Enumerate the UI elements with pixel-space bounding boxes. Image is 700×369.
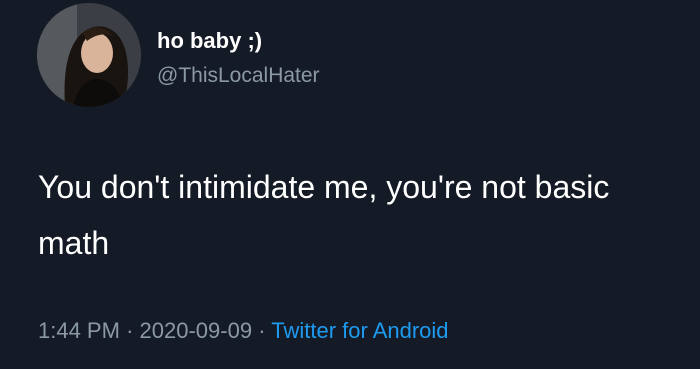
tweet-card: ho baby ;) @ThisLocalHater You don't int… [0, 0, 700, 369]
meta-separator: · [258, 318, 266, 343]
tweet-date[interactable]: 2020-09-09 [140, 318, 253, 343]
display-name[interactable]: ho baby ;) [157, 28, 262, 54]
avatar[interactable] [37, 3, 141, 107]
meta-separator: · [126, 318, 134, 343]
tweet-meta: 1:44 PM · 2020-09-09 · Twitter for Andro… [38, 318, 449, 344]
tweet-source-link[interactable]: Twitter for Android [271, 318, 448, 343]
profile-photo-icon [37, 3, 141, 107]
tweet-time[interactable]: 1:44 PM [38, 318, 120, 343]
tweet-text: You don't intimidate me, you're not basi… [38, 169, 610, 261]
user-handle[interactable]: @ThisLocalHater [157, 64, 320, 88]
